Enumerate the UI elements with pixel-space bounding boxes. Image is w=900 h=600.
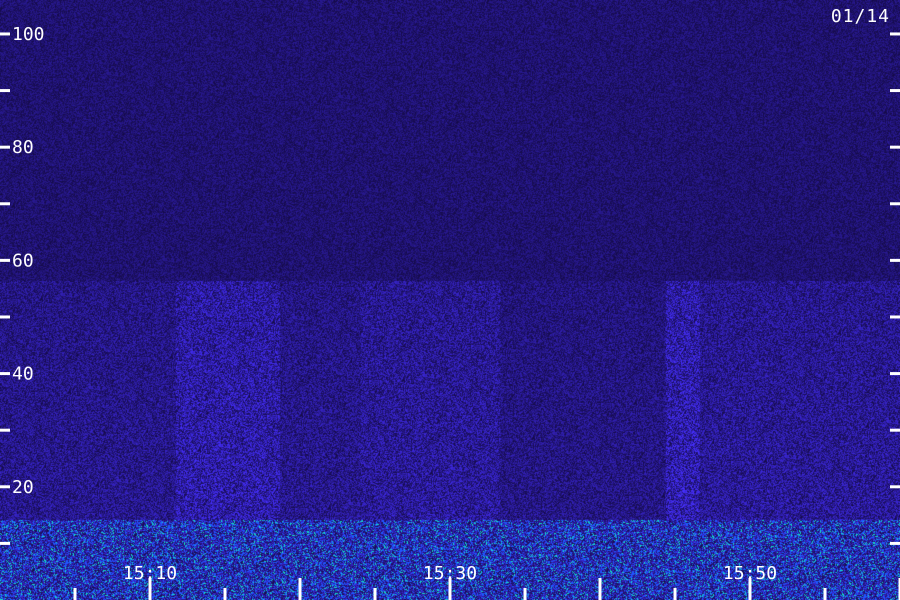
y-tick-label: 40 (12, 364, 34, 385)
x-tick-label: 15:10 (123, 563, 177, 584)
date-label: 01/14 (830, 6, 890, 27)
y-tick-label: 20 (12, 477, 34, 498)
spectrogram-axes: 100 80 60 40 20 15:10 15:30 15:50 (0, 24, 900, 600)
spectrogram: 100 80 60 40 20 15:10 15:30 15:50 01/14 (0, 0, 900, 600)
y-tick-label: 60 (12, 250, 34, 271)
y-tick-label: 80 (12, 137, 34, 158)
x-tick-label: 15:30 (423, 563, 477, 584)
y-tick-label: 100 (12, 24, 45, 45)
x-tick-label: 15:50 (723, 563, 777, 584)
